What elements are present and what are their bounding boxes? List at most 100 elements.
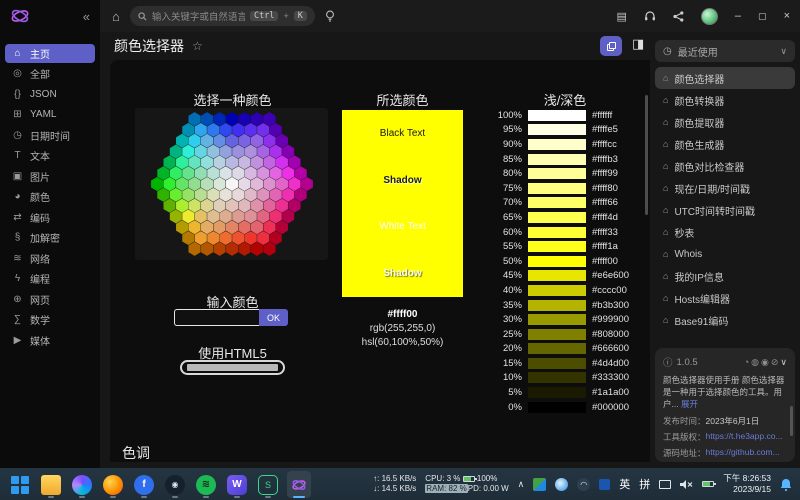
blue-tray-icon[interactable] — [599, 479, 610, 490]
palette-cell[interactable] — [232, 188, 244, 202]
document-icon[interactable]: ▤ — [617, 10, 627, 23]
minimize-button[interactable]: – — [735, 10, 741, 22]
palette-cell[interactable] — [250, 242, 262, 256]
shade-row[interactable]: 10%#333300 — [488, 371, 638, 386]
palette-cell[interactable] — [257, 209, 269, 223]
palette-cell[interactable] — [250, 112, 262, 126]
palette-cell[interactable] — [219, 123, 231, 137]
shade-row[interactable]: 50%#ffff00 — [488, 254, 638, 269]
palette-cell[interactable] — [225, 134, 237, 148]
palette-cell[interactable] — [201, 155, 213, 169]
palette-cell[interactable] — [207, 123, 219, 137]
expand-link[interactable]: 展开 — [681, 399, 698, 409]
steam-tray-icon[interactable]: ◠ — [577, 478, 590, 491]
palette-cell[interactable] — [225, 220, 237, 234]
palette-cell[interactable] — [201, 220, 213, 234]
palette-cell[interactable] — [263, 155, 275, 169]
palette-cell[interactable] — [232, 209, 244, 223]
palette-cell[interactable] — [263, 220, 275, 234]
palette-cell[interactable] — [257, 145, 269, 159]
palette-cell[interactable] — [213, 177, 225, 191]
palette-cell[interactable] — [213, 112, 225, 126]
shade-row[interactable]: 75%#ffff80 — [488, 181, 638, 196]
palette-cell[interactable] — [213, 220, 225, 234]
search-input[interactable]: 输入关键字或自然语言进... Ctrl + K — [130, 6, 315, 26]
recent-used-header[interactable]: ◷ 最近使用 ∨ — [655, 40, 795, 62]
home-icon[interactable]: ⌂ — [112, 9, 120, 24]
palette-cell[interactable] — [182, 209, 194, 223]
palette-cell[interactable] — [275, 155, 287, 169]
palette-cell[interactable] — [188, 155, 200, 169]
shade-row[interactable]: 60%#ffff33 — [488, 225, 638, 240]
palette-cell[interactable] — [194, 123, 206, 137]
palette-cell[interactable] — [244, 209, 256, 223]
touch-keyboard-icon[interactable] — [659, 480, 671, 489]
palette-cell[interactable] — [294, 166, 306, 180]
taskbar-app-loop[interactable] — [70, 471, 94, 498]
shade-row[interactable]: 95%#ffffe5 — [488, 123, 638, 138]
palette-cell[interactable] — [244, 123, 256, 137]
palette-cell[interactable] — [201, 134, 213, 148]
sidebar-item-web[interactable]: ⊕网页 — [5, 290, 95, 309]
palette-cell[interactable] — [275, 199, 287, 213]
palette-cell[interactable] — [207, 188, 219, 202]
palette-cell[interactable] — [238, 112, 250, 126]
ok-button[interactable]: OK — [259, 309, 288, 326]
palette-cell[interactable] — [257, 166, 269, 180]
shade-row[interactable]: 55%#ffff1a — [488, 239, 638, 254]
palette-cell[interactable] — [219, 145, 231, 159]
palette-cell[interactable] — [250, 155, 262, 169]
taskbar-app-he3[interactable] — [287, 471, 311, 498]
sidebar-item-programming[interactable]: ϟ编程 — [5, 269, 95, 288]
recent-item[interactable]: ⌂我的IP信息 — [655, 265, 795, 287]
sidebar-item-home[interactable]: ⌂主页 — [5, 44, 95, 63]
sidebar-item-yaml[interactable]: ⊞YAML — [5, 105, 95, 124]
palette-cell[interactable] — [244, 166, 256, 180]
palette-cell[interactable] — [163, 199, 175, 213]
notification-bell-icon[interactable] — [780, 478, 792, 491]
palette-cell[interactable] — [194, 145, 206, 159]
taskbar-app-firefox[interactable] — [101, 471, 125, 498]
sidebar-item-crypto[interactable]: §加解密 — [5, 228, 95, 247]
info-row-link[interactable]: https://t.he3app.co... — [706, 431, 783, 443]
palette-cell[interactable] — [244, 188, 256, 202]
palette-cell[interactable] — [163, 155, 175, 169]
palette-cell[interactable] — [250, 199, 262, 213]
palette-cell[interactable] — [257, 231, 269, 245]
recent-item[interactable]: ⌂Base91编码 — [655, 309, 795, 331]
palette-cell[interactable] — [188, 199, 200, 213]
sidebar-item-media[interactable]: ▶媒体 — [5, 331, 95, 350]
palette-cell[interactable] — [188, 177, 200, 191]
palette-cell[interactable] — [182, 145, 194, 159]
palette-cell[interactable] — [201, 242, 213, 256]
palette-cell[interactable] — [169, 188, 181, 202]
palette-cell[interactable] — [188, 220, 200, 234]
palette-cell[interactable] — [238, 134, 250, 148]
palette-cell[interactable] — [219, 188, 231, 202]
palette-cell[interactable] — [269, 231, 281, 245]
palette-cell[interactable] — [207, 209, 219, 223]
recent-item[interactable]: ⌂现在/日期/时间戳 — [655, 177, 795, 199]
palette-cell[interactable] — [282, 145, 294, 159]
ime-english-indicator[interactable]: 英 — [619, 476, 630, 492]
sidebar-item-json[interactable]: {}JSON — [5, 85, 95, 104]
sidebar-item-text[interactable]: T文本 — [5, 146, 95, 165]
palette-cell[interactable] — [188, 242, 200, 256]
onedrive-tray-icon[interactable] — [555, 478, 568, 491]
shade-row[interactable]: 85%#ffffb3 — [488, 152, 638, 167]
shade-row[interactable]: 100%#ffffff — [488, 108, 638, 123]
palette-cell[interactable] — [300, 177, 312, 191]
palette-cell[interactable] — [194, 209, 206, 223]
sidebar-item-all[interactable]: ◎全部 — [5, 64, 95, 83]
palette-cell[interactable] — [163, 177, 175, 191]
recent-item[interactable]: ⌂Hosts编辑器 — [655, 287, 795, 309]
favorite-star-icon[interactable]: ☆ — [192, 39, 203, 53]
palette-cell[interactable] — [219, 209, 231, 223]
network-speed[interactable]: ↑: 16.5 KB/s ↓: 14.5 KB/s — [373, 474, 416, 494]
palette-cell[interactable] — [213, 134, 225, 148]
history-badge-icon[interactable]: ◔ — [744, 357, 749, 367]
palette-cell[interactable] — [151, 177, 163, 191]
headset-icon[interactable] — [644, 11, 656, 22]
palette-cell[interactable] — [232, 166, 244, 180]
defender-tray-icon[interactable] — [533, 478, 546, 491]
